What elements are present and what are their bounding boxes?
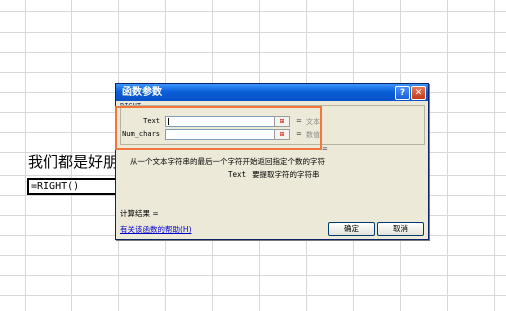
active-cell-formula[interactable]: =RIGHT()	[27, 178, 123, 195]
calc-result-label: 计算结果 =	[120, 209, 159, 218]
annotation-highlight-box	[115, 106, 322, 150]
help-icon[interactable]: ?	[395, 86, 410, 100]
close-icon[interactable]: ✕	[411, 86, 426, 100]
dialog-titlebar[interactable]: 函数参数 ? ✕	[116, 84, 428, 101]
parameter-text: 要提取字符的字符串	[252, 170, 320, 179]
cancel-button[interactable]: 取消	[377, 222, 424, 236]
ok-button[interactable]: 确定	[328, 222, 375, 236]
function-description: 从一个文本字符串的最后一个字符开始返回指定个数的字符	[130, 157, 325, 166]
function-help-link[interactable]: 有关该函数的帮助(H)	[120, 224, 192, 235]
dialog-title: 函数参数	[122, 87, 162, 98]
parameter-name: Text	[228, 170, 247, 179]
result-equals: =	[322, 145, 328, 153]
parameter-description: Text 要提取字符的字符串	[228, 169, 320, 180]
